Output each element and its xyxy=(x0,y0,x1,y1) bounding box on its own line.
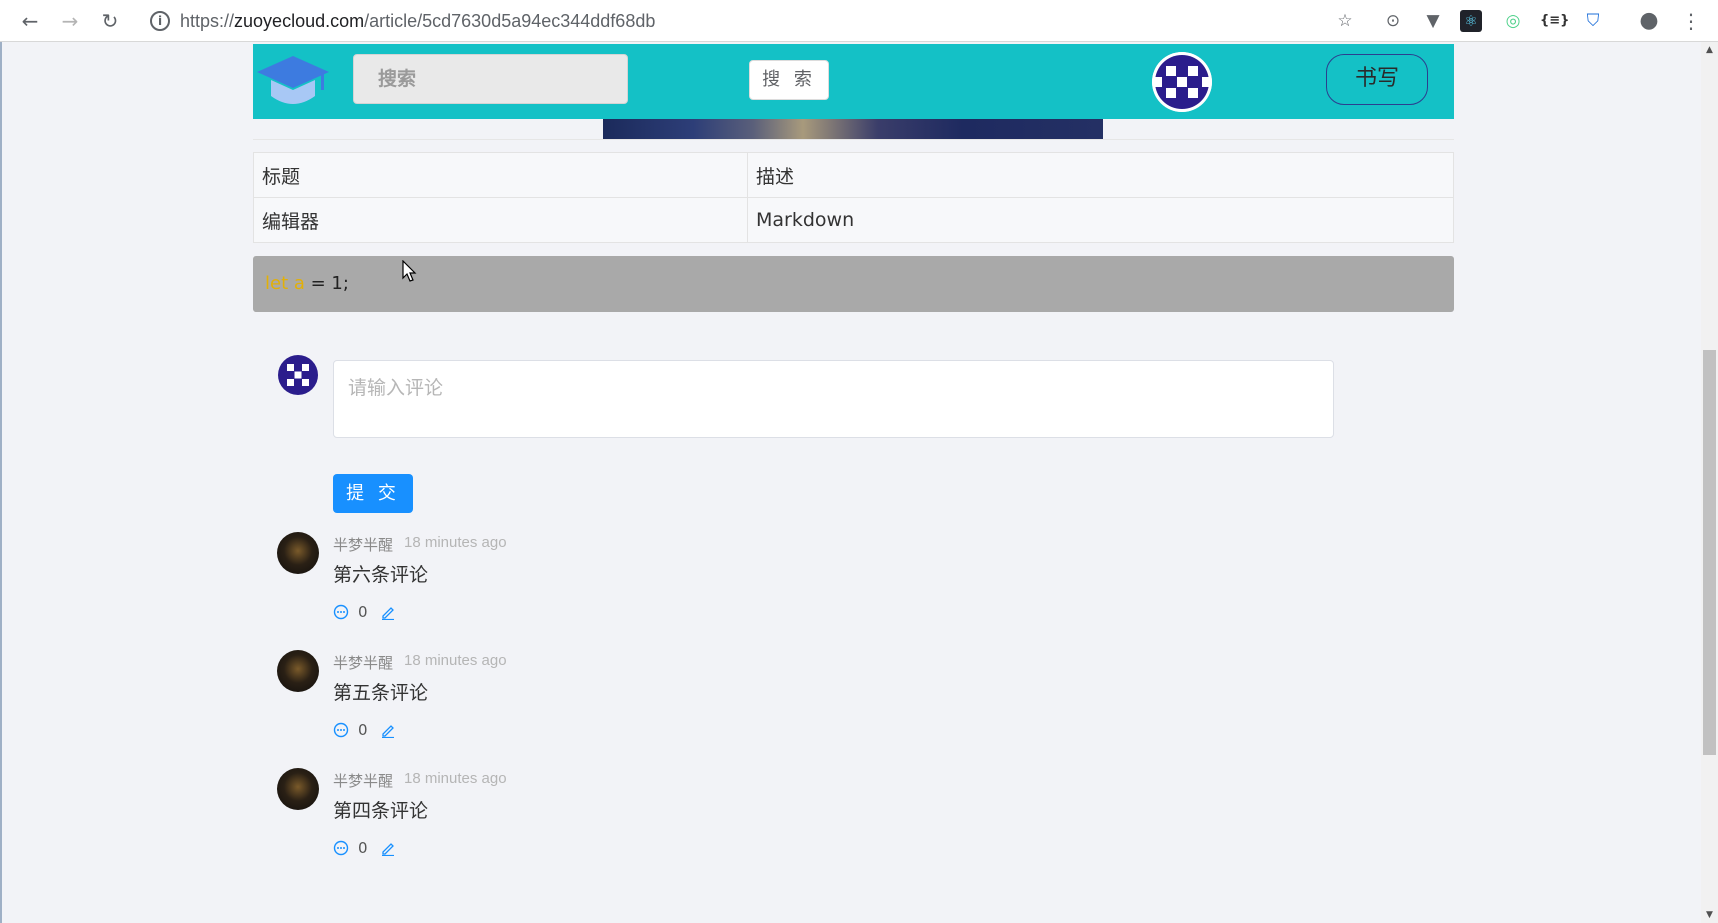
extension-react-icon[interactable]: ⚛ xyxy=(1460,10,1482,32)
user-avatar[interactable] xyxy=(1152,52,1212,112)
back-icon[interactable]: ← xyxy=(18,9,42,33)
comment-text: 第六条评论 xyxy=(333,564,429,586)
scroll-thumb[interactable] xyxy=(1703,350,1716,755)
url-host: zuoyecloud.com xyxy=(234,11,365,31)
reply-count: 0 xyxy=(358,839,368,857)
reply-icon[interactable] xyxy=(333,840,349,856)
forward-icon[interactable]: → xyxy=(58,9,82,33)
browser-toolbar: ← → ↻ i https://zuoyecloud.com/article/5… xyxy=(0,0,1718,42)
search-input[interactable]: 搜索 xyxy=(353,54,628,104)
page-viewport: 搜索 搜 索 书写 标题 描述 编辑器 Markdown let a = 1; xyxy=(0,42,1718,923)
scroll-up-arrow-icon[interactable]: ▲ xyxy=(1701,42,1718,58)
extension-json-icon[interactable]: {≡} xyxy=(1540,8,1569,34)
comment-author: 半梦半醒 xyxy=(333,772,394,790)
table-row: 编辑器 Markdown xyxy=(253,197,1454,243)
url-path: /article/5cd7630d5a94ec344ddf68db xyxy=(364,11,656,31)
extension-circle-icon[interactable]: ⊙ xyxy=(1380,8,1406,34)
page-scrollbar[interactable]: ▲ ▼ xyxy=(1701,42,1718,923)
comment-text: 第四条评论 xyxy=(333,800,429,822)
divider xyxy=(253,139,1454,140)
url-scheme: https:// xyxy=(180,11,235,31)
comment-item: 半梦半醒 18 minutes ago 第五条评论 0 xyxy=(277,650,877,760)
comment-time: 18 minutes ago xyxy=(404,652,507,669)
edit-icon[interactable] xyxy=(380,840,396,856)
reply-count: 0 xyxy=(358,721,368,739)
comment-avatar xyxy=(277,650,319,692)
comment-text: 第五条评论 xyxy=(333,682,429,704)
write-button[interactable]: 书写 xyxy=(1326,54,1428,105)
site-info-icon[interactable]: i xyxy=(150,11,170,31)
current-user-avatar xyxy=(278,355,318,395)
submit-button[interactable]: 提 交 xyxy=(333,474,413,513)
table-cell-key: 标题 xyxy=(253,152,748,198)
table-cell-key: 编辑器 xyxy=(253,197,748,243)
search-button[interactable]: 搜 索 xyxy=(749,60,829,100)
mouse-cursor-icon xyxy=(402,260,417,282)
comment-author: 半梦半醒 xyxy=(333,654,394,672)
comment-time: 18 minutes ago xyxy=(404,534,507,551)
table-cell-value: Markdown xyxy=(747,197,1454,243)
reload-icon[interactable]: ↻ xyxy=(98,9,122,33)
extension-green-icon[interactable]: ◎ xyxy=(1500,8,1526,34)
edit-icon[interactable] xyxy=(380,604,396,620)
extension-shield-icon[interactable]: ⛉ xyxy=(1580,8,1606,34)
scroll-down-arrow-icon[interactable]: ▼ xyxy=(1701,907,1718,923)
comment-item: 半梦半醒 18 minutes ago 第四条评论 0 xyxy=(277,768,877,878)
table-cell-value: 描述 xyxy=(747,152,1454,198)
table-row: 标题 描述 xyxy=(253,152,1454,198)
cover-image xyxy=(603,119,1103,139)
reply-icon[interactable] xyxy=(333,722,349,738)
edit-icon[interactable] xyxy=(380,722,396,738)
comment-avatar xyxy=(277,532,319,574)
comment-avatar xyxy=(277,768,319,810)
reply-count: 0 xyxy=(358,603,368,621)
comment-item: 半梦半醒 18 minutes ago 第六条评论 0 xyxy=(277,532,877,642)
article-info-table: 标题 描述 编辑器 Markdown xyxy=(253,152,1454,243)
code-text: = 1; xyxy=(304,273,349,294)
code-block: let a = 1; xyxy=(253,256,1454,312)
address-bar[interactable]: https://zuoyecloud.com/article/5cd7630d5… xyxy=(180,9,655,33)
comment-input[interactable]: 请输入评论 xyxy=(333,360,1334,438)
bookmark-star-icon[interactable]: ☆ xyxy=(1332,8,1358,34)
site-header: 搜索 搜 索 书写 xyxy=(253,44,1454,119)
extension-vue-icon[interactable]: ▼ xyxy=(1420,8,1446,34)
menu-kebab-icon[interactable]: ⋮ xyxy=(1678,8,1704,34)
comment-time: 18 minutes ago xyxy=(404,770,507,787)
code-keyword: let a xyxy=(265,273,305,294)
profile-icon[interactable]: ● xyxy=(1636,8,1662,34)
comment-author: 半梦半醒 xyxy=(333,536,394,554)
graduation-cap-icon[interactable] xyxy=(257,52,329,112)
reply-icon[interactable] xyxy=(333,604,349,620)
